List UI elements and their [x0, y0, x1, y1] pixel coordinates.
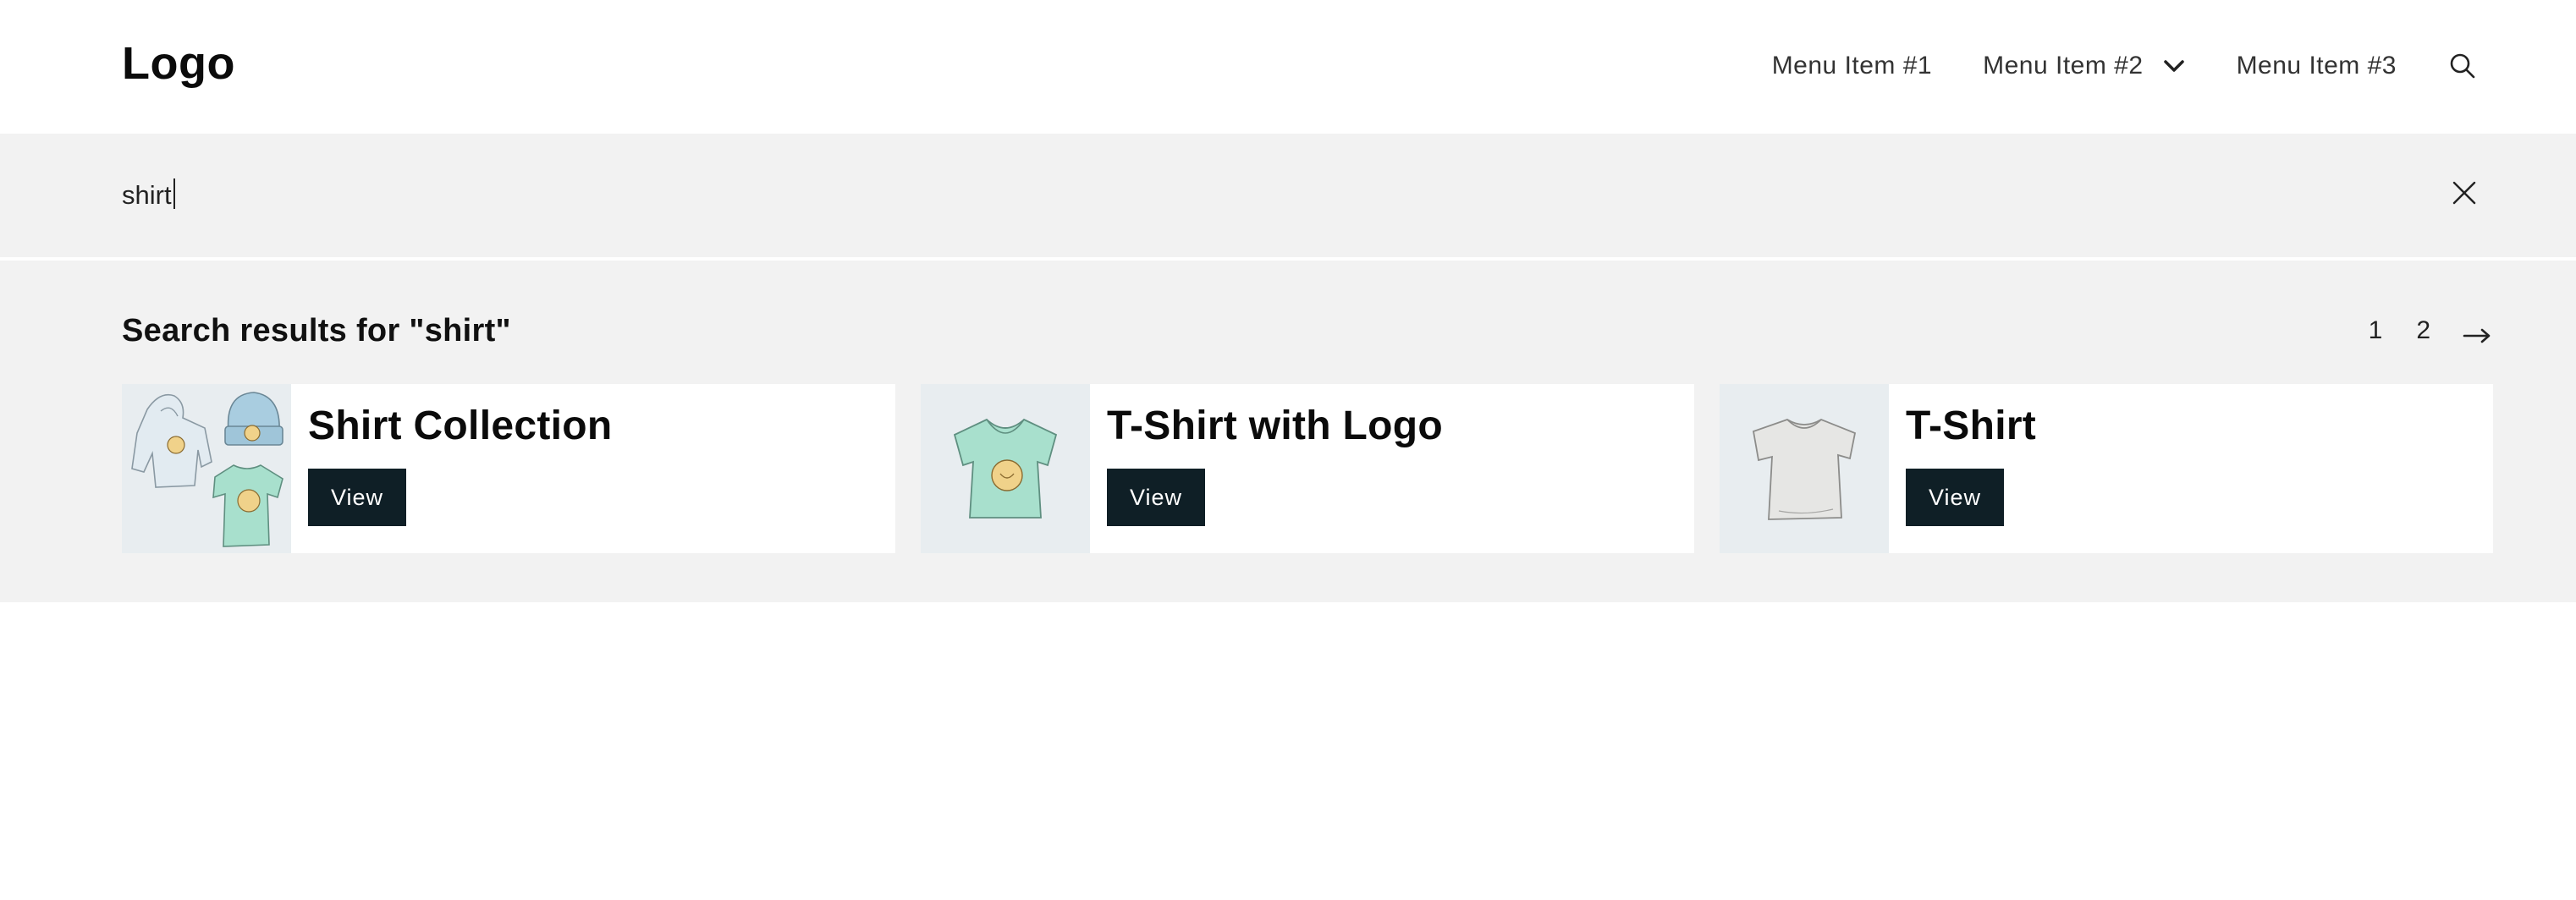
page-link-1[interactable]: 1 — [2359, 316, 2393, 345]
result-card-body: Shirt Collection View — [291, 384, 612, 553]
nav-item-2[interactable]: Menu Item #2 — [1983, 52, 2185, 80]
search-bar — [0, 134, 2576, 257]
pagination: 1 2 — [2359, 316, 2491, 345]
result-card-body: T-Shirt View — [1889, 384, 2036, 553]
view-button[interactable]: View — [1906, 469, 2004, 526]
tshirt-image[interactable] — [1720, 384, 1889, 553]
result-card-body: T-Shirt with Logo View — [1090, 384, 1443, 553]
nav-item-label: Menu Item #2 — [1983, 52, 2144, 80]
chevron-down-icon — [2162, 54, 2186, 78]
search-results: Search results for "shirt" 1 2 Shirt Col… — [0, 261, 2576, 602]
result-title[interactable]: T-Shirt — [1906, 403, 2036, 450]
nav-item-1[interactable]: Menu Item #1 — [1772, 52, 1932, 80]
nav-item-3[interactable]: Menu Item #3 — [2237, 52, 2397, 80]
search-icon[interactable] — [2447, 51, 2478, 81]
text-caret — [173, 178, 175, 209]
site-header: Logo Menu Item #1 Menu Item #2 Menu Item… — [0, 0, 2576, 134]
tshirt-with-logo-image[interactable] — [921, 384, 1090, 553]
nav-item-label: Menu Item #3 — [2236, 52, 2397, 80]
search-input[interactable] — [122, 174, 2407, 217]
results-title: Search results for "shirt" — [122, 313, 511, 348]
result-title[interactable]: T-Shirt with Logo — [1107, 403, 1443, 450]
page-link-2[interactable]: 2 — [2406, 316, 2441, 345]
result-title[interactable]: Shirt Collection — [308, 403, 612, 450]
result-card[interactable]: Shirt Collection View — [122, 384, 895, 553]
logo[interactable]: Logo — [122, 37, 235, 90]
close-icon[interactable] — [2449, 178, 2480, 208]
view-button[interactable]: View — [308, 469, 406, 526]
main-nav: Menu Item #1 Menu Item #2 Menu Item #3 — [1772, 49, 2478, 83]
nav-item-label: Menu Item #1 — [1771, 52, 1933, 80]
result-card[interactable]: T-Shirt with Logo View — [921, 384, 1694, 553]
result-card[interactable]: T-Shirt View — [1720, 384, 2493, 553]
view-button[interactable]: View — [1107, 469, 1205, 526]
shirt-collection-image[interactable] — [122, 384, 291, 553]
arrow-right-icon[interactable] — [2463, 322, 2491, 343]
results-list: Shirt Collection View T-Shirt with Logo … — [122, 384, 2493, 553]
